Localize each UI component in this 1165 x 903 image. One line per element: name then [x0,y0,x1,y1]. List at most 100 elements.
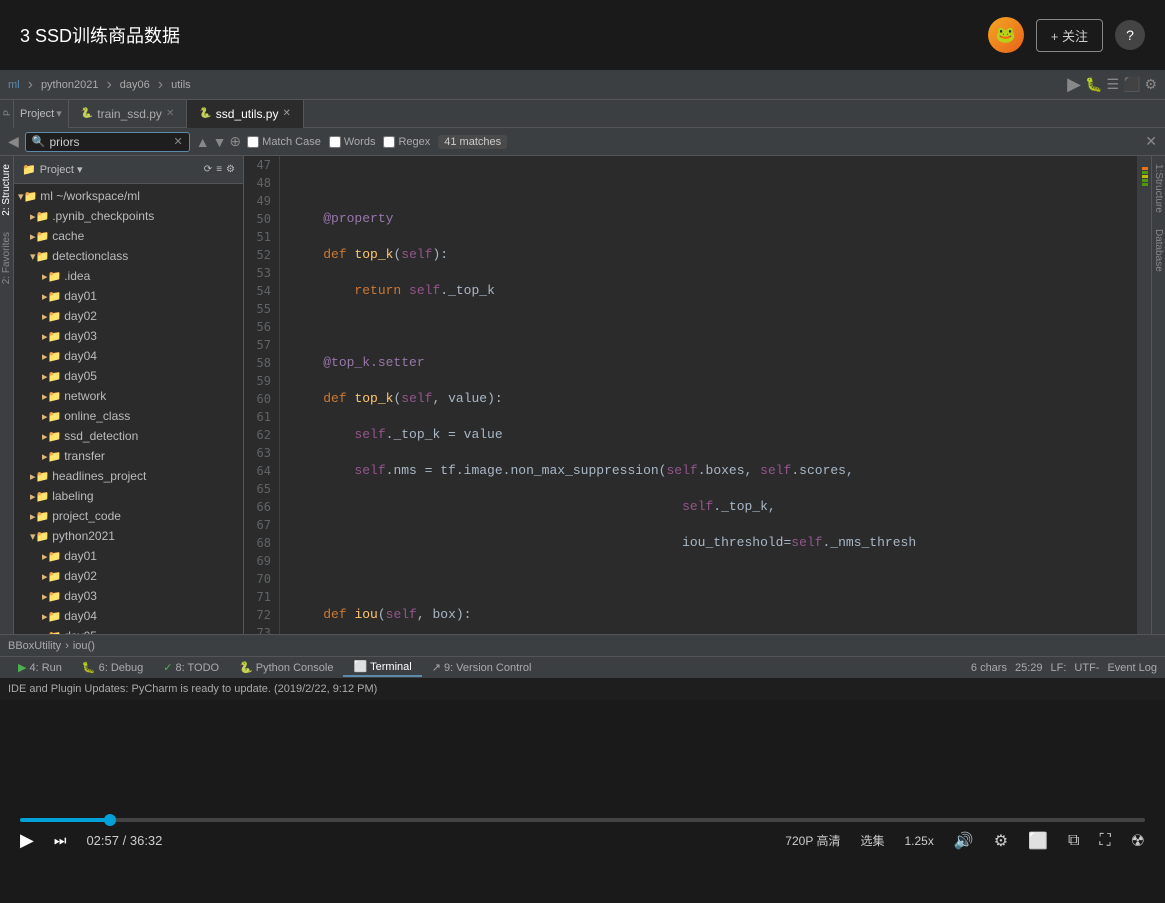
tree-item-cache[interactable]: ▸📁 cache [14,226,243,246]
tree-item-dc-day05[interactable]: ▸📁 day05 [14,366,243,386]
run-label: 4: Run [29,662,61,674]
tree-item-py-day02[interactable]: ▸📁 day02 [14,566,243,586]
tree-item-py-day05[interactable]: ▸📁 day05 [14,626,243,634]
words-checkbox[interactable] [329,136,341,148]
tree-item-transfer[interactable]: ▸📁 transfer [14,446,243,466]
settings-icon[interactable]: ⚙ [994,831,1008,851]
close-search-btn[interactable]: ✕ [1145,133,1157,150]
tree-item-idea[interactable]: ▸📁 .idea [14,266,243,286]
progress-dot[interactable] [104,814,116,826]
danmaku-icon[interactable]: ☢ [1131,831,1145,851]
search-filter[interactable]: ⊕ [229,133,241,150]
search-prev[interactable]: ▲ [196,134,210,150]
bottom-tab-debug[interactable]: 🐛 6: Debug [72,659,153,676]
tree-label-dc-day04: day04 [64,349,97,363]
help-button[interactable]: ? [1115,20,1145,50]
line-64: 64 [244,462,271,480]
code-content[interactable]: @property def top_k(self): return self._… [280,156,1137,634]
tree-settings-btn[interactable]: ⚙ [226,164,235,175]
pip-icon[interactable]: ⧉ [1068,832,1079,850]
screen-icon[interactable]: ⬜ [1028,831,1048,851]
tab-ml[interactable]: ml [8,79,20,91]
code-scrollbar[interactable] [1137,156,1151,634]
left-panel-tab[interactable]: P [0,100,14,128]
build-btn[interactable]: ⚙ [1144,76,1157,93]
structure-tab[interactable]: 2: Structure [0,156,14,224]
tree-item-dc-day03[interactable]: ▸📁 day03 [14,326,243,346]
next-button[interactable]: ⏭ [54,832,67,849]
folder-icon-detectionclass: ▾📁 [30,250,49,263]
bottom-tab-run[interactable]: ▶ 4: Run [8,659,72,676]
follow-button[interactable]: + 关注 [1036,19,1103,52]
file-tab-train-ssd[interactable]: 🐍 train_ssd.py ✕ [69,100,188,128]
tree-item-online-class[interactable]: ▸📁 online_class [14,406,243,426]
volume-icon[interactable]: 🔊 [954,831,974,851]
progress-bar-bg[interactable] [20,818,1145,822]
match-case-checkbox[interactable] [247,136,259,148]
tree-content: ▾📁 ml ~/workspace/ml ▸📁 .pynib_checkpoin… [14,184,243,634]
tree-item-headlines[interactable]: ▸📁 headlines_project [14,466,243,486]
line-72: 72 [244,606,271,624]
project-arrow[interactable]: ▾ [56,107,62,120]
tree-item-py-day04[interactable]: ▸📁 day04 [14,606,243,626]
line-56: 56 [244,318,271,336]
tree-item-dc-day04[interactable]: ▸📁 day04 [14,346,243,366]
regex-checkbox[interactable] [383,136,395,148]
tree-header-label: Project ▾ [40,163,83,176]
tree-item-python2021[interactable]: ▾📁 python2021 [14,526,243,546]
tree-item-network[interactable]: ▸📁 network [14,386,243,406]
tab-utils[interactable]: utils [171,79,191,91]
tree-collapse-btn[interactable]: ≡ [216,164,222,175]
tree-label-idea: .idea [64,269,90,283]
match-case-option[interactable]: Match Case [247,136,321,148]
bottom-tab-terminal[interactable]: ⬜ Terminal [343,658,421,677]
regex-option[interactable]: Regex [383,136,430,148]
run-btn[interactable]: ▶ [1067,74,1081,95]
clear-search[interactable]: ✕ [173,135,182,148]
python-console-icon: 🐍 [239,661,253,674]
fullscreen-icon[interactable]: ⛶ [1099,832,1110,850]
folder-icon-idea: ▸📁 [42,270,61,283]
tree-item-py-day01[interactable]: ▸📁 day01 [14,546,243,566]
tree-label-online-class: online_class [64,409,130,423]
play-button[interactable]: ▶ [20,830,34,851]
tab-python2021[interactable]: python2021 [41,79,99,91]
event-log[interactable]: Event Log [1107,662,1157,674]
tree-item-py-day03[interactable]: ▸📁 day03 [14,586,243,606]
tree-item-ssd-detection[interactable]: ▸📁 ssd_detection [14,426,243,446]
database-right-label[interactable]: Database [1151,221,1165,280]
close-utils-tab[interactable]: ✕ [282,108,290,119]
search-left-arrow[interactable]: ◀ [8,133,19,150]
tree-item-project-code[interactable]: ▸📁 project_code [14,506,243,526]
tree-item-ml[interactable]: ▾📁 ml ~/workspace/ml [14,186,243,206]
line-66: 66 [244,498,271,516]
quality-button[interactable]: 720P 高清 [785,832,840,849]
line-67: 67 [244,516,271,534]
file-tab-ssd-utils[interactable]: 🐍 ssd_utils.py ✕ [187,100,304,128]
words-option[interactable]: Words [329,136,376,148]
structure-right-label[interactable]: 1:Structure [1151,156,1165,221]
tree-item-pynib[interactable]: ▸📁 .pynib_checkpoints [14,206,243,226]
select-button[interactable]: 选集 [860,832,884,849]
tree-item-dc-day02[interactable]: ▸📁 day02 [14,306,243,326]
playback-speed[interactable]: 1.25x [904,834,933,848]
tree-item-dc-day01[interactable]: ▸📁 day01 [14,286,243,306]
bottom-tab-todo[interactable]: ✓ 8: TODO [153,659,229,676]
bottom-tab-version-control[interactable]: ↗ 9: Version Control [422,659,542,676]
favorites-tab[interactable]: 2: Favorites [0,224,14,292]
coverage-btn[interactable]: ☰ [1106,76,1119,93]
tree-item-labeling[interactable]: ▸📁 labeling [14,486,243,506]
tree-item-detectionclass[interactable]: ▾📁 detectionclass [14,246,243,266]
search-next[interactable]: ▼ [213,134,227,150]
bottom-tab-python-console[interactable]: 🐍 Python Console [229,659,343,676]
tree-label-ssd-detection: ssd_detection [64,429,138,443]
tree-sync-btn[interactable]: ⟳ [204,164,212,175]
close-train-tab[interactable]: ✕ [166,108,174,119]
tab-day06[interactable]: day06 [120,79,150,91]
topbar-right: ▶ 🐛 ☰ ⬛ ⚙ [1067,74,1157,95]
regex-label: Regex [398,136,430,148]
stop-btn[interactable]: ⬛ [1123,76,1140,93]
search-input[interactable] [49,135,169,149]
debug-btn[interactable]: 🐛 [1085,76,1102,93]
encoding: UTF- [1074,662,1099,674]
